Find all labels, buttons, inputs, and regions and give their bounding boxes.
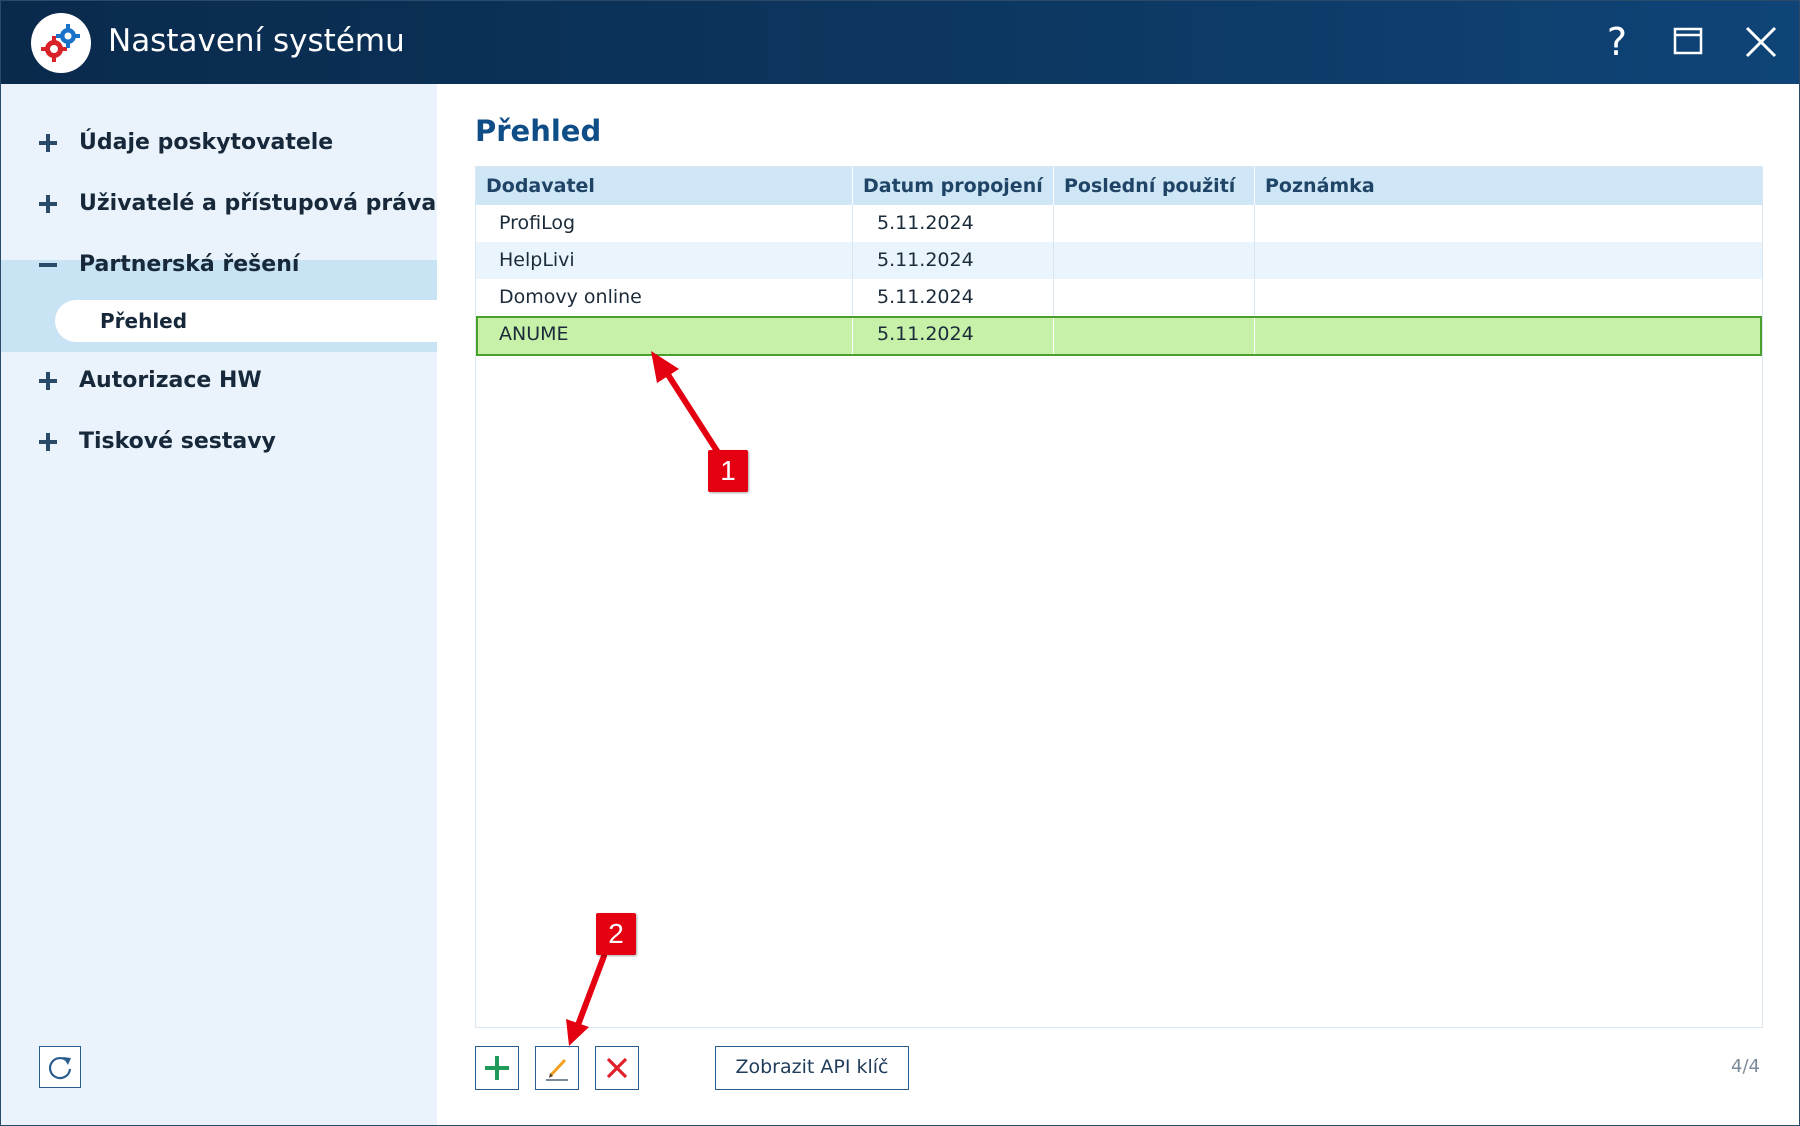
annotation-arrow-1 bbox=[651, 351, 720, 454]
annotation-arrows bbox=[566, 351, 720, 1046]
annotation-arrow-2 bbox=[566, 953, 607, 1046]
settings-window: Nastavení systému ? Údaje poskytovatele bbox=[0, 0, 1800, 1126]
annotation-badge-1: 1 bbox=[708, 450, 748, 492]
annotation-badge-2: 2 bbox=[596, 913, 636, 955]
